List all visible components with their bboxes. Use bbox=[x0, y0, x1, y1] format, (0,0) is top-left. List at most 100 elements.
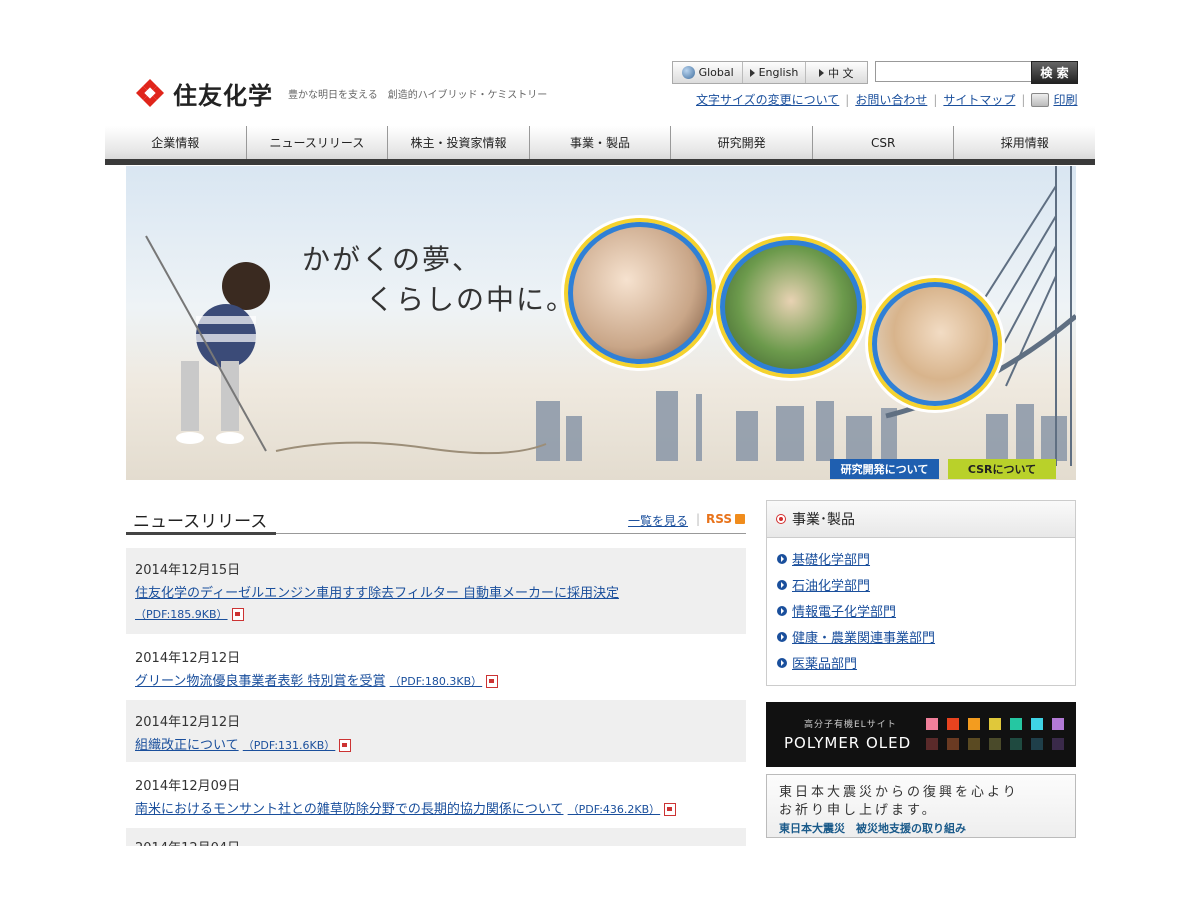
news-pdf-size[interactable]: （PDF:131.6KB） bbox=[243, 739, 336, 752]
news-item: 2014年12月15日 住友化学のディーゼルエンジン車用すす除去フィルター 自動… bbox=[126, 548, 746, 634]
csr-about-button[interactable]: CSRについて bbox=[948, 459, 1056, 479]
news-link[interactable]: グリーン物流優良事業者表彰 特別賞を受賞 bbox=[135, 674, 385, 689]
news-link-row: グリーン物流優良事業者表彰 特別賞を受賞 （PDF:180.3KB） bbox=[135, 670, 499, 689]
rss-label: RSS bbox=[706, 512, 732, 526]
lang-global-label: Global bbox=[698, 66, 734, 79]
children-photo bbox=[720, 240, 862, 374]
eq-message-line1: 東日本大震災からの復興を心より bbox=[779, 785, 1019, 800]
news-link[interactable]: 南米におけるモンサント社との雑草防除分野での長期的協力関係について bbox=[135, 802, 563, 817]
news-link-row: 南米におけるモンサント社との雑草防除分野での長期的協力関係について （PDF:4… bbox=[135, 798, 677, 817]
globe-icon bbox=[681, 66, 695, 79]
eq-message-line2: お祈り申し上げます。 bbox=[779, 803, 938, 818]
search-input[interactable] bbox=[875, 61, 1037, 82]
news-pdf-size[interactable]: （PDF:436.2KB） bbox=[568, 803, 661, 816]
news-pdf-size[interactable]: （PDF:180.3KB） bbox=[390, 675, 483, 688]
biz-item: 情報電子化学部門 bbox=[777, 601, 896, 620]
news-list-link[interactable]: 一覧を見る bbox=[628, 512, 688, 529]
news-date: 2014年12月12日 bbox=[135, 651, 241, 666]
news-link[interactable]: 住友化学のディーゼルエンジン車用すす除去フィルター 自動車メーカーに採用決定 bbox=[135, 586, 619, 601]
biz-item: 石油化学部門 bbox=[777, 575, 870, 594]
news-item: 2014年12月12日 組織改正について （PDF:131.6KB） bbox=[126, 700, 746, 762]
arrow-circle-icon bbox=[777, 605, 787, 616]
lang-global-button[interactable]: Global bbox=[673, 62, 744, 83]
biz-item: 健康・農業関連事業部門 bbox=[777, 627, 935, 646]
news-date: 2014年12月09日 bbox=[135, 779, 241, 794]
lang-english-button[interactable]: English bbox=[743, 62, 806, 83]
news-item: 2014年12月12日 グリーン物流優良事業者表彰 特別賞を受賞 （PDF:18… bbox=[126, 636, 746, 698]
separator: | bbox=[933, 92, 938, 107]
tagline: 豊かな明日を支える 創造的ハイブリッド・ケミストリー bbox=[288, 90, 548, 101]
printer-icon bbox=[1031, 92, 1050, 107]
hero-copy-line2: くらしの中に。 bbox=[366, 283, 577, 316]
rss-icon bbox=[735, 514, 745, 524]
nav-item-csr[interactable]: CSR bbox=[811, 126, 954, 159]
earthquake-support-banner[interactable]: 東日本大震災からの復興を心より お祈り申し上げます。 東日本大震災 被災地支援の… bbox=[766, 774, 1076, 838]
contact-link[interactable]: お問い合わせ bbox=[855, 91, 927, 108]
nav-bottom-bar bbox=[105, 159, 1095, 165]
news-item: 2014年12月09日 南米におけるモンサント社との雑草防除分野での長期的協力関… bbox=[126, 764, 746, 826]
biz-link-pharma[interactable]: 医薬品部門 bbox=[792, 653, 857, 672]
biz-link-basic-chemicals[interactable]: 基礎化学部門 bbox=[792, 549, 870, 568]
eq-support-link: 東日本大震災 被災地支援の取り組み bbox=[779, 822, 966, 835]
polymer-oled-banner[interactable]: 高分子有機ELサイト POLYMER OLED bbox=[766, 702, 1076, 767]
sumitomo-logo-icon bbox=[136, 79, 164, 107]
logo-text: 住友化学 bbox=[173, 81, 273, 110]
biz-item: 基礎化学部門 bbox=[777, 549, 870, 568]
business-products-title: 事業･製品 bbox=[792, 512, 855, 528]
arrow-right-icon bbox=[749, 68, 755, 77]
biz-link-it-chemicals[interactable]: 情報電子化学部門 bbox=[792, 601, 896, 620]
news-pdf-row: （PDF:185.9KB） bbox=[135, 606, 244, 622]
news-link-row: 組織改正について （PDF:131.6KB） bbox=[135, 734, 352, 753]
separator: | bbox=[845, 92, 850, 107]
font-size-link[interactable]: 文字サイズの変更について bbox=[696, 91, 839, 108]
utility-links: 文字サイズの変更について | お問い合わせ | サイトマップ | 印刷 bbox=[696, 91, 1077, 108]
hero-banner: かがくの夢、 くらしの中に。 研究開発について CSRについて bbox=[126, 166, 1076, 480]
bullet-icon bbox=[777, 515, 785, 523]
rss-link[interactable]: RSS bbox=[706, 512, 745, 526]
print-link[interactable]: 印刷 bbox=[1053, 91, 1077, 108]
language-switcher: Global English 中 文 bbox=[672, 61, 868, 84]
search-button[interactable]: 検 索 bbox=[1031, 61, 1078, 84]
pdf-icon bbox=[486, 675, 499, 688]
arrow-circle-icon bbox=[777, 579, 787, 590]
arrow-right-icon bbox=[819, 68, 825, 77]
news-date: 2014年12月04日 bbox=[135, 837, 240, 846]
separator: | bbox=[1021, 92, 1026, 107]
nav-item-investors[interactable]: 株主・投資家情報 bbox=[387, 126, 529, 159]
nav-item-business[interactable]: 事業・製品 bbox=[528, 126, 671, 159]
divider bbox=[126, 532, 276, 535]
sitemap-link[interactable]: サイトマップ bbox=[943, 91, 1015, 108]
news-pdf-size[interactable]: （PDF:185.9KB） bbox=[135, 608, 228, 621]
nav-item-careers[interactable]: 採用情報 bbox=[953, 126, 1095, 159]
biz-item: 医薬品部門 bbox=[777, 653, 857, 672]
divider bbox=[276, 533, 746, 534]
rd-about-button[interactable]: 研究開発について bbox=[830, 459, 939, 479]
hero-copy-line1: かがくの夢、 bbox=[302, 243, 483, 276]
pdf-icon bbox=[231, 608, 244, 621]
biz-link-health-agri[interactable]: 健康・農業関連事業部門 bbox=[792, 627, 935, 646]
site-logo[interactable]: 住友化学 bbox=[133, 76, 273, 110]
lang-chinese-button[interactable]: 中 文 bbox=[806, 62, 867, 83]
nav-item-rd[interactable]: 研究開発 bbox=[670, 126, 812, 159]
nav-item-news[interactable]: ニュースリリース bbox=[245, 126, 388, 159]
news-date: 2014年12月15日 bbox=[135, 563, 241, 578]
news-link[interactable]: 組織改正について bbox=[135, 738, 239, 753]
separator: | bbox=[696, 512, 701, 526]
oled-subtitle: 高分子有機ELサイト bbox=[804, 720, 897, 730]
business-products-header[interactable]: 事業･製品 bbox=[767, 501, 1075, 538]
business-products-box: 事業･製品 基礎化学部門 石油化学部門 情報電子化学部門 健康・農業関連事業部門… bbox=[766, 500, 1076, 686]
lang-english-label: English bbox=[758, 66, 799, 79]
arrow-circle-icon bbox=[777, 553, 787, 564]
lang-chinese-label: 中 文 bbox=[828, 66, 854, 80]
woman-photo bbox=[872, 282, 998, 406]
arrow-circle-icon bbox=[777, 631, 787, 642]
biz-link-petrochemicals[interactable]: 石油化学部門 bbox=[792, 575, 870, 594]
news-date: 2014年12月12日 bbox=[135, 715, 241, 730]
family-photo bbox=[568, 222, 712, 364]
news-link-row: 住友化学のディーゼルエンジン車用すす除去フィルター 自動車メーカーに採用決定 bbox=[135, 582, 619, 601]
nav-item-company[interactable]: 企業情報 bbox=[105, 126, 246, 159]
news-section-title: ニュースリリース bbox=[133, 512, 268, 532]
arrow-circle-icon bbox=[777, 657, 787, 668]
pdf-icon bbox=[664, 803, 677, 816]
news-item: 2014年12月04日 bbox=[126, 828, 746, 846]
